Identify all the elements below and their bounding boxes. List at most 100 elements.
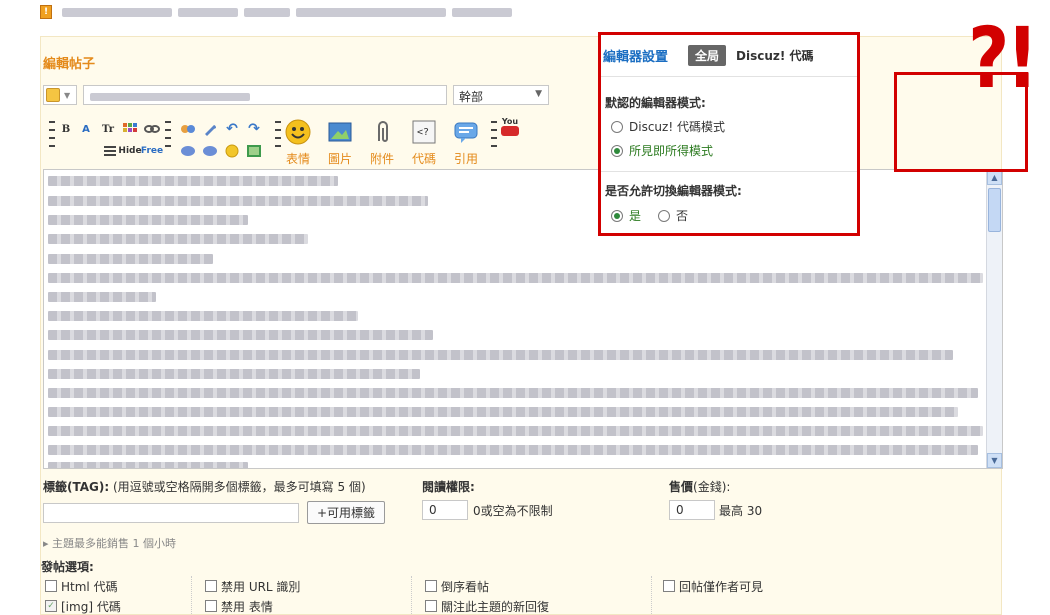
option-label: [img] 代碼 bbox=[61, 599, 121, 614]
code-icon: <? bbox=[412, 120, 436, 144]
font-size-button[interactable]: Tr bbox=[99, 121, 117, 137]
font-color-button[interactable]: A bbox=[77, 121, 95, 137]
editor-scrollbar[interactable]: ▲ ▼ bbox=[986, 170, 1002, 468]
quote-button[interactable]: 引用 bbox=[449, 119, 483, 166]
editor-blurred-line bbox=[48, 330, 433, 340]
option-reverse-order[interactable]: 倒序看帖 bbox=[425, 576, 549, 596]
smiley-icon bbox=[285, 119, 311, 145]
tags-label-bold: 標籤(TAG): bbox=[43, 480, 110, 494]
tag-input[interactable] bbox=[43, 503, 299, 523]
breadcrumb-item[interactable] bbox=[62, 7, 172, 17]
option-html-code[interactable]: Html 代碼 bbox=[45, 576, 121, 596]
price-input[interactable]: 0 bbox=[669, 500, 715, 520]
read-permission-input[interactable]: 0 bbox=[422, 500, 468, 520]
toolbar-separator bbox=[491, 121, 497, 161]
available-tags-button[interactable]: +可用標籤 bbox=[307, 501, 385, 524]
option-img-code[interactable]: ✓ [img] 代碼 bbox=[45, 596, 121, 615]
table-icon[interactable] bbox=[121, 121, 139, 137]
breadcrumb-item[interactable] bbox=[178, 7, 238, 17]
breadcrumb-item[interactable] bbox=[244, 7, 290, 17]
flash-icon[interactable] bbox=[179, 143, 197, 159]
checkbox[interactable] bbox=[663, 580, 675, 592]
page: ! 編輯帖子 ▼ 幹部 ▼ B A Tr Hide Free ↶ ↷ 表情 圖片… bbox=[0, 0, 1050, 615]
option-label: Html 代碼 bbox=[61, 579, 118, 594]
checkbox[interactable] bbox=[45, 580, 57, 592]
bold-button[interactable]: B bbox=[57, 121, 75, 137]
code-label: 代碼 bbox=[411, 152, 436, 166]
special-chars-icon[interactable] bbox=[179, 121, 197, 137]
wrench-icon[interactable] bbox=[201, 121, 219, 137]
annotation-box-settings bbox=[598, 32, 860, 236]
image-label: 圖片 bbox=[327, 152, 352, 166]
redo-icon[interactable]: ↷ bbox=[245, 121, 263, 137]
option-author-only-replies[interactable]: 回帖僅作者可見 bbox=[663, 576, 763, 596]
code-button[interactable]: <? 代碼 bbox=[407, 119, 441, 166]
tags-label: 標籤(TAG): (用逗號或空格隔開多個標籤，最多可填寫 5 個) bbox=[43, 478, 366, 495]
free-button[interactable]: Free bbox=[141, 143, 163, 159]
category-select[interactable]: 幹部 ▼ bbox=[453, 85, 549, 105]
editor-blurred-line bbox=[48, 407, 958, 417]
checkbox[interactable] bbox=[425, 600, 437, 612]
image-small-icon[interactable] bbox=[245, 143, 263, 159]
price-note: 最高 30 bbox=[719, 504, 763, 518]
align-list-icon[interactable] bbox=[101, 143, 119, 159]
quote-icon bbox=[454, 122, 478, 143]
scroll-thumb[interactable] bbox=[988, 188, 1001, 232]
link-icon[interactable] bbox=[143, 121, 161, 137]
annotation-question-exclamation: ?! bbox=[968, 9, 1039, 107]
option-disable-smilies[interactable]: 禁用 表情 bbox=[205, 596, 300, 615]
checkbox[interactable] bbox=[205, 580, 217, 592]
emoji-small-icon[interactable] bbox=[223, 143, 241, 159]
sale-lifetime-note: ▸ 主題最多能銷售 1 個小時 bbox=[43, 537, 177, 550]
undo-icon[interactable]: ↶ bbox=[223, 121, 241, 137]
post-type-icon bbox=[46, 88, 60, 102]
editor-blurred-line bbox=[48, 445, 978, 455]
editor-blurred-line bbox=[48, 369, 420, 379]
emoji-button[interactable]: 表情 bbox=[281, 119, 315, 166]
toolbar-separator bbox=[49, 121, 55, 161]
option-follow-replies[interactable]: 關注此主題的新回復 bbox=[425, 596, 549, 615]
editor-blurred-line bbox=[48, 426, 983, 436]
paperclip-icon bbox=[378, 121, 388, 142]
checkbox[interactable] bbox=[205, 600, 217, 612]
breadcrumb-item[interactable] bbox=[296, 7, 446, 17]
breadcrumb: ! bbox=[40, 0, 600, 24]
image-icon bbox=[328, 122, 352, 142]
editor-blurred-line bbox=[48, 311, 358, 321]
editor-blurred-line bbox=[48, 273, 983, 283]
editor-blurred-line bbox=[48, 292, 156, 302]
option-label: 倒序看帖 bbox=[441, 579, 490, 594]
youtube-icon[interactable]: You bbox=[499, 117, 521, 139]
editor-blurred-line bbox=[48, 462, 248, 468]
column-divider bbox=[651, 576, 652, 615]
hide-button[interactable]: Hide bbox=[118, 143, 141, 159]
editor-blurred-line bbox=[48, 388, 978, 398]
breadcrumb-item bbox=[452, 7, 512, 17]
subject-text-blurred bbox=[90, 93, 250, 101]
checkbox-checked[interactable]: ✓ bbox=[45, 600, 57, 612]
image-button[interactable]: 圖片 bbox=[323, 119, 357, 166]
options-column: 回帖僅作者可見 bbox=[663, 576, 763, 615]
checkbox[interactable] bbox=[425, 580, 437, 592]
editor-blurred-line bbox=[48, 234, 308, 244]
subject-input[interactable] bbox=[83, 85, 447, 105]
read-permission-note: 0或空為不限制 bbox=[473, 504, 553, 518]
option-label: 禁用 URL 識別 bbox=[221, 579, 301, 594]
scroll-up-icon[interactable]: ▲ bbox=[987, 170, 1002, 185]
audio-icon[interactable] bbox=[201, 143, 219, 159]
chevron-down-icon: ▼ bbox=[535, 89, 542, 99]
home-icon[interactable]: ! bbox=[40, 5, 52, 19]
tags-hint: (用逗號或空格隔開多個標籤，最多可填寫 5 個) bbox=[113, 480, 366, 494]
post-options: Html 代碼 ✓ [img] 代碼 禁用 URL 識別 禁用 表情 倒序看帖 關… bbox=[41, 572, 1003, 615]
editor-blurred-line bbox=[48, 215, 248, 225]
column-divider bbox=[191, 576, 192, 615]
post-type-select[interactable]: ▼ bbox=[43, 85, 77, 105]
scroll-down-icon[interactable]: ▼ bbox=[987, 453, 1002, 468]
youtube-label: You bbox=[501, 117, 519, 126]
emoji-label: 表情 bbox=[285, 152, 310, 166]
attachment-label: 附件 bbox=[369, 152, 394, 166]
editor-blurred-line bbox=[48, 176, 338, 186]
options-column: 禁用 URL 識別 禁用 表情 bbox=[205, 576, 300, 615]
attachment-button[interactable]: 附件 bbox=[365, 119, 399, 166]
option-disable-url[interactable]: 禁用 URL 識別 bbox=[205, 576, 300, 596]
